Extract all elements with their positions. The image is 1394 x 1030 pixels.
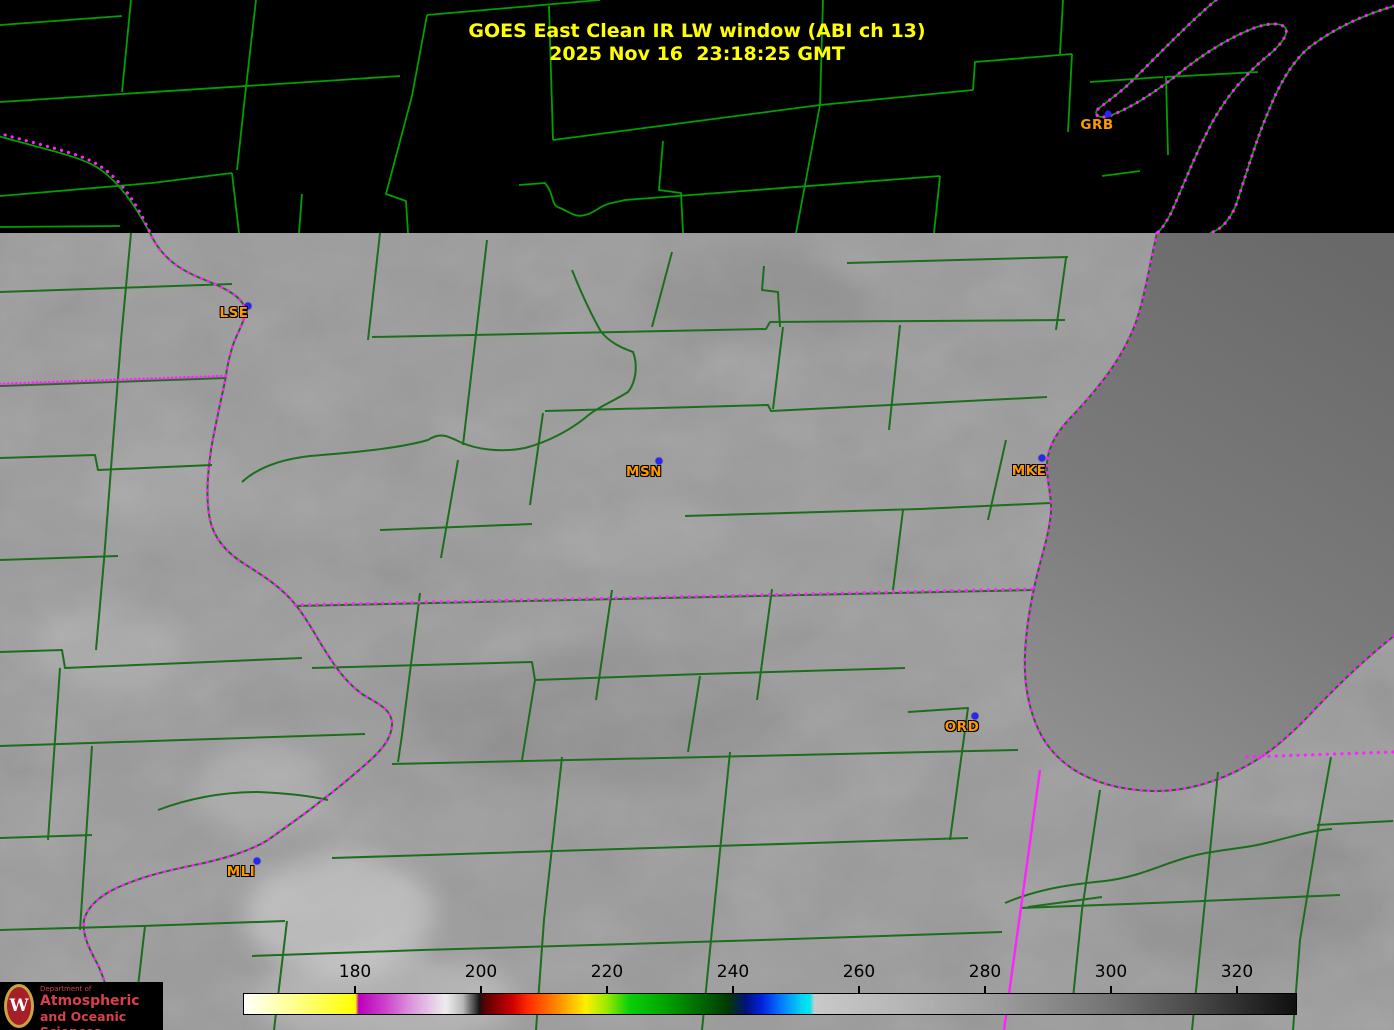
colorbar-tick [606,986,608,993]
colorbar-tick-label: 240 [716,962,750,982]
satellite-map-image [0,0,1394,1030]
uw-aos-logo: W Department of Atmospheric and Oceanic … [0,982,163,1030]
uw-crest-icon: W [4,984,34,1028]
colorbar-tick [732,986,734,993]
logo-name-line-2: and Oceanic Sciences [40,1009,127,1030]
crest-letter: W [9,995,29,1016]
logo-name-line-1: Atmospheric [40,993,140,1009]
image-title: GOES East Clean IR LW window (ABI ch 13)… [468,20,925,66]
goes-satellite-viewer: GOES East Clean IR LW window (ABI ch 13)… [0,0,1394,1030]
colorbar-gradient [243,993,1297,1015]
colorbar-tick-label: 280 [968,962,1002,982]
colorbar-tick [1110,986,1112,993]
station-label-ord: ORD [944,719,980,735]
colorbar-tick [480,986,482,993]
station-label-mke: MKE [1011,463,1047,479]
colorbar-tick-label: 200 [464,962,498,982]
logo-text: Department of Atmospheric and Oceanic Sc… [40,985,163,1030]
colorbar-tick-label: 320 [1220,962,1254,982]
station-label-mli: MLI [226,864,256,880]
colorbar-tick [984,986,986,993]
colorbar-tick [1236,986,1238,993]
colorbar-tick [858,986,860,993]
colorbar-tick [354,986,356,993]
colorbar-tick-label: 180 [338,962,372,982]
colorbar-tick-label: 220 [590,962,624,982]
temperature-colorbar: 180 200 220 240 260 280 300 320 [243,962,1297,1015]
title-line-1: GOES East Clean IR LW window (ABI ch 13) [468,20,926,42]
colorbar-tick-label: 300 [1094,962,1128,982]
station-dot-mke [1038,454,1046,462]
station-label-grb: GRB [1080,117,1114,133]
station-label-msn: MSN [626,464,662,480]
title-line-2: 2025 Nov 16 23:18:25 GMT [549,43,845,65]
station-label-lse: LSE [219,305,249,321]
colorbar-tick-label: 260 [842,962,876,982]
